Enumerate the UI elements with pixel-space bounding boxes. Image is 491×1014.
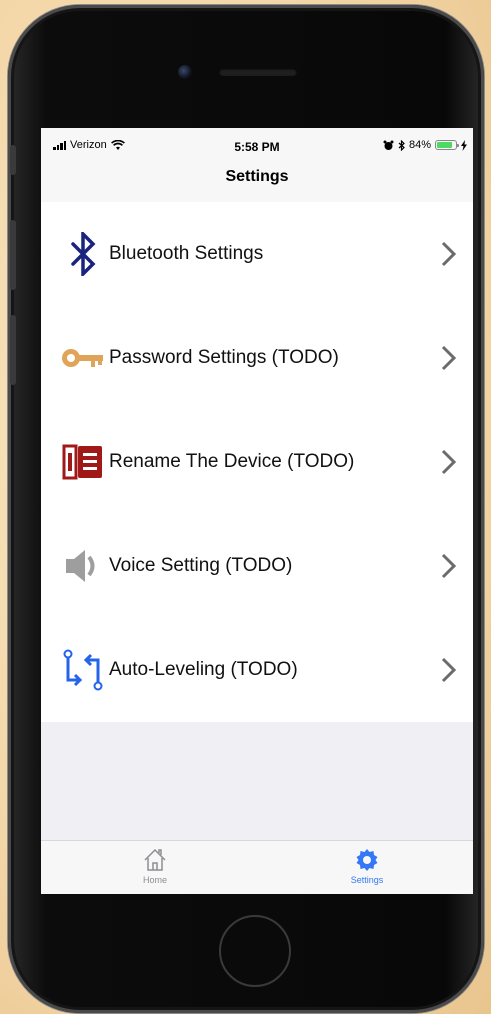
navigation-bar: Settings bbox=[41, 164, 473, 202]
home-icon bbox=[144, 848, 166, 871]
settings-item-label: Rename The Device (TODO) bbox=[109, 451, 355, 472]
mute-switch bbox=[10, 145, 16, 175]
gear-icon bbox=[356, 849, 378, 871]
bluetooth-status-icon bbox=[398, 139, 405, 151]
tab-home[interactable]: Home bbox=[95, 847, 215, 885]
bluetooth-icon bbox=[61, 232, 105, 276]
front-camera bbox=[178, 65, 192, 79]
status-bar: Verizon 5:58 PM 84% bbox=[41, 128, 473, 164]
sync-arrows-icon bbox=[61, 648, 105, 692]
settings-item-bluetooth[interactable]: Bluetooth Settings bbox=[41, 202, 473, 306]
status-right: 84% bbox=[383, 139, 467, 151]
settings-list: Bluetooth Settings Password Settings (TO… bbox=[41, 202, 473, 722]
chevron-right-icon bbox=[441, 241, 457, 267]
page-title: Settings bbox=[225, 168, 289, 185]
settings-item-label: Bluetooth Settings bbox=[109, 243, 264, 264]
tab-label: Settings bbox=[350, 875, 384, 885]
speaker-icon bbox=[61, 544, 105, 588]
battery-icon bbox=[435, 140, 459, 150]
notebook-icon bbox=[61, 440, 105, 484]
settings-item-voice[interactable]: Voice Setting (TODO) bbox=[41, 514, 473, 618]
battery-percent: 84% bbox=[408, 139, 431, 151]
chevron-right-icon bbox=[441, 553, 457, 579]
tab-label: Home bbox=[142, 875, 167, 885]
earpiece-speaker bbox=[219, 68, 297, 76]
app-screen: Verizon 5:58 PM 84% Settings Bluetooth S… bbox=[41, 128, 473, 894]
settings-item-rename[interactable]: Rename The Device (TODO) bbox=[41, 410, 473, 514]
tab-bar: Home Settings bbox=[41, 840, 473, 894]
key-icon bbox=[61, 336, 105, 380]
settings-item-auto-leveling[interactable]: Auto-Leveling (TODO) bbox=[41, 618, 473, 722]
chevron-right-icon bbox=[441, 657, 457, 683]
settings-item-label: Auto-Leveling (TODO) bbox=[109, 659, 298, 680]
settings-item-password[interactable]: Password Settings (TODO) bbox=[41, 306, 473, 410]
charging-bolt-icon bbox=[461, 139, 467, 151]
alarm-icon bbox=[383, 140, 394, 150]
tab-settings[interactable]: Settings bbox=[307, 847, 427, 885]
volume-down-button bbox=[10, 315, 16, 385]
chevron-right-icon bbox=[441, 449, 457, 475]
chevron-right-icon bbox=[441, 345, 457, 371]
settings-item-label: Password Settings (TODO) bbox=[109, 347, 339, 368]
settings-item-label: Voice Setting (TODO) bbox=[109, 555, 293, 576]
volume-up-button bbox=[10, 220, 16, 290]
home-button[interactable] bbox=[219, 915, 291, 987]
